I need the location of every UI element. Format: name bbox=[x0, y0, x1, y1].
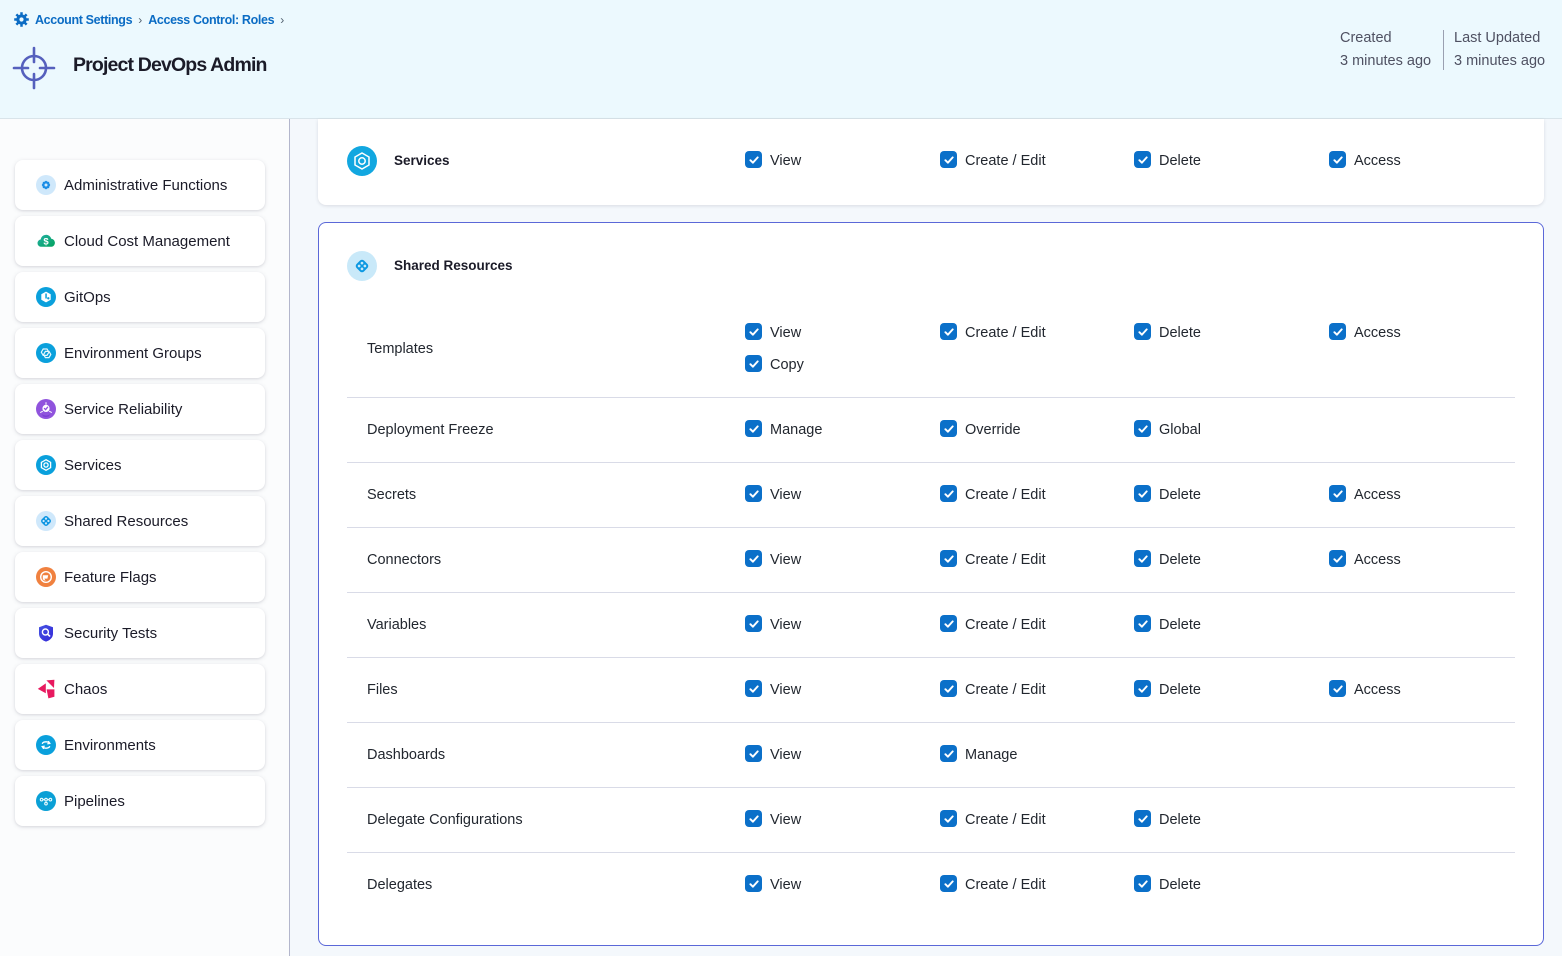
svg-text:$: $ bbox=[43, 236, 49, 247]
